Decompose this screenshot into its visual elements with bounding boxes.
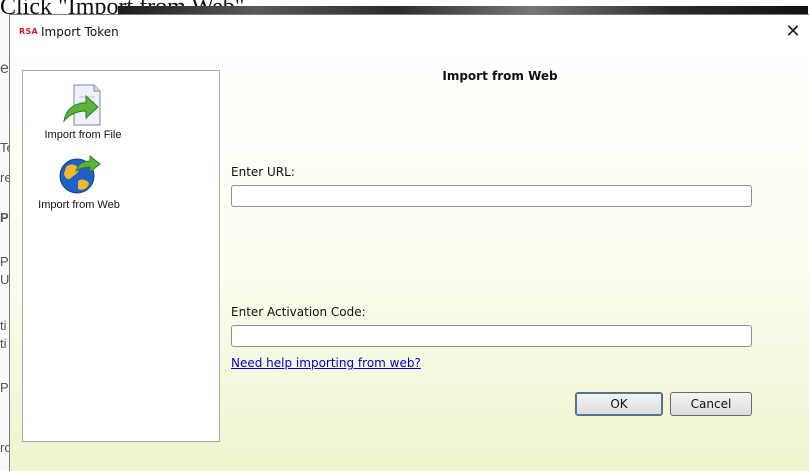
sidebar-item-label: Import from Web	[38, 199, 120, 211]
background-text: e	[0, 60, 9, 77]
url-input[interactable]	[231, 185, 752, 207]
activation-code-label: Enter Activation Code:	[231, 305, 366, 319]
close-icon: ✕	[785, 21, 801, 42]
background-text: P	[0, 254, 9, 269]
activation-code-input[interactable]	[231, 325, 752, 347]
close-button[interactable]: ✕	[782, 21, 804, 43]
background-text: U	[0, 272, 10, 287]
url-label: Enter URL:	[231, 165, 295, 179]
page-title: Import from Web	[442, 69, 558, 83]
sidebar-item-import-web[interactable]: Import from Web	[29, 151, 129, 211]
dialog-titlebar: RSA Import Token ✕	[10, 15, 809, 53]
import-method-sidebar: Import from File Import from Web	[22, 70, 220, 442]
globe-import-icon	[59, 154, 101, 194]
sidebar-item-label: Import from File	[44, 129, 122, 141]
background-text: ti	[0, 336, 7, 351]
rsa-logo: RSA	[19, 27, 39, 36]
background-text: ti	[0, 318, 7, 333]
help-link[interactable]: Need help importing from web?	[231, 356, 421, 370]
background-text: P	[0, 380, 9, 395]
background-image-strip	[118, 6, 808, 14]
ok-button[interactable]: OK	[575, 392, 663, 416]
import-token-dialog: RSA Import Token ✕ Import from File Impo…	[9, 14, 809, 471]
sidebar-item-import-file[interactable]: Import from File	[33, 81, 133, 141]
dialog-title: Import Token	[41, 25, 119, 39]
cancel-button[interactable]: Cancel	[670, 392, 752, 416]
background-text: P	[0, 210, 9, 225]
import-file-icon	[63, 84, 101, 126]
